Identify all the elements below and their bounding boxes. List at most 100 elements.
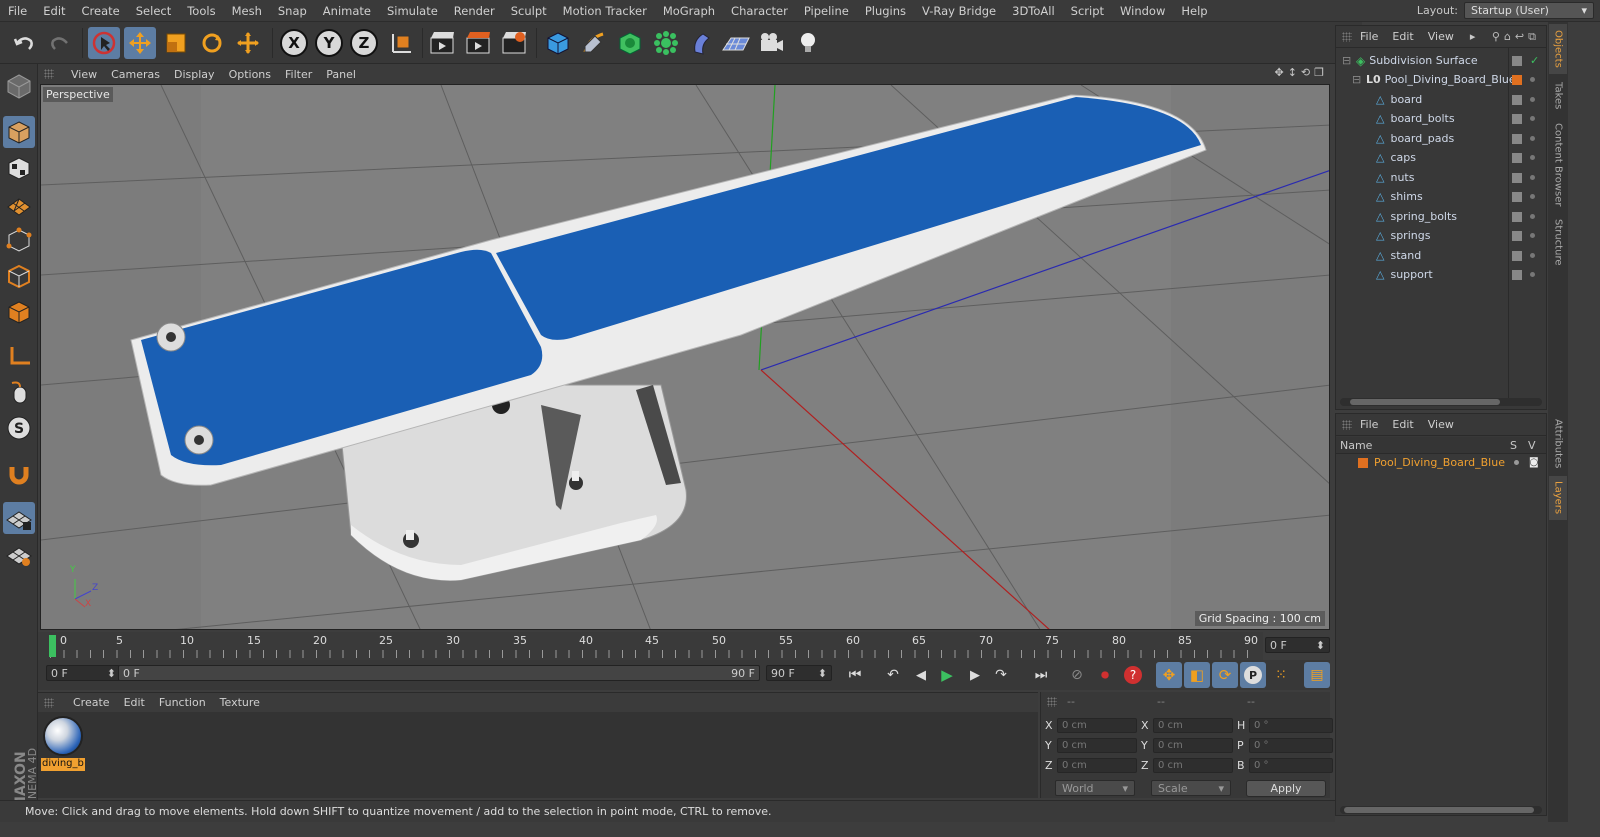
visibility-dot[interactable] xyxy=(1530,97,1535,102)
viewport-menu-view[interactable]: View xyxy=(64,68,104,81)
key-parameter-button[interactable]: P xyxy=(1240,662,1266,688)
visibility-dot[interactable] xyxy=(1530,272,1535,277)
editor-visibility-toggle[interactable] xyxy=(1512,133,1522,144)
pen-spline-button[interactable] xyxy=(578,27,610,59)
menu-mograph[interactable]: MoGraph xyxy=(655,4,723,18)
edges-mode-button[interactable] xyxy=(3,260,35,292)
object-row-support[interactable]: △ support xyxy=(1336,265,1546,284)
material-item[interactable]: diving_b xyxy=(38,712,88,774)
home-icon[interactable]: ⌂ xyxy=(1504,30,1515,43)
deformer-button[interactable] xyxy=(686,27,718,59)
timeline-ruler[interactable]: 0 5 10 15 20 25 30 35 40 45 50 55 60 65 … xyxy=(38,632,1263,660)
visibility-dot[interactable] xyxy=(1530,136,1535,141)
layer-color-swatch[interactable] xyxy=(1512,74,1522,85)
editor-visibility-toggle[interactable] xyxy=(1512,230,1522,241)
locked-workplane-button[interactable] xyxy=(3,502,35,534)
viewport-menu-cameras[interactable]: Cameras xyxy=(104,68,167,81)
menu-snap[interactable]: Snap xyxy=(270,4,315,18)
visibility-dot[interactable] xyxy=(1530,77,1535,82)
menu-more-icon[interactable]: ▸ xyxy=(1470,30,1476,43)
subdivision-surface-button[interactable] xyxy=(614,27,646,59)
mograph-cloner-button[interactable] xyxy=(650,27,682,59)
tweak-mode-button[interactable] xyxy=(3,376,35,408)
solo-mode-button[interactable]: S xyxy=(3,412,35,444)
visibility-dot[interactable] xyxy=(1530,194,1535,199)
menu-tools[interactable]: Tools xyxy=(179,4,223,18)
planar-workplane-button[interactable] xyxy=(3,538,35,570)
menu-simulate[interactable]: Simulate xyxy=(379,4,446,18)
layers-menu-edit[interactable]: Edit xyxy=(1392,418,1421,431)
motion-record-button[interactable]: ⊘ xyxy=(1064,662,1090,688)
zoom-view-icon[interactable]: ↕ xyxy=(1288,66,1297,79)
layers-menu-file[interactable]: File xyxy=(1360,418,1386,431)
menu-edit[interactable]: Edit xyxy=(35,4,73,18)
rotate-view-icon[interactable]: ⟲ xyxy=(1301,66,1310,79)
maximize-view-icon[interactable]: ❐ xyxy=(1314,66,1324,79)
tab-layers[interactable]: Layers xyxy=(1549,476,1567,520)
object-row-subdivision-surface[interactable]: ⊟ ◈ Subdivision Surface ✓ xyxy=(1336,51,1546,70)
viewport-camera-label[interactable]: Perspective xyxy=(43,87,113,102)
rotation-b-field[interactable]: 0 ° xyxy=(1249,757,1333,773)
menu-window[interactable]: Window xyxy=(1112,4,1173,18)
object-row-shims[interactable]: △ shims xyxy=(1336,187,1546,206)
editor-visibility-toggle[interactable] xyxy=(1512,94,1522,105)
object-row-springs[interactable]: △ springs xyxy=(1336,226,1546,245)
back-icon[interactable]: ↩ xyxy=(1515,30,1528,43)
menu-plugins[interactable]: Plugins xyxy=(857,4,914,18)
end-frame-field[interactable]: 90 F ⬍ xyxy=(766,665,832,681)
menu-vray-bridge[interactable]: V-Ray Bridge xyxy=(914,4,1004,18)
object-manager-scrollbar[interactable] xyxy=(1340,398,1542,406)
editor-visibility-toggle[interactable] xyxy=(1512,113,1522,124)
new-window-icon[interactable]: ⧉ xyxy=(1528,30,1540,43)
enabled-check-icon[interactable]: ✓ xyxy=(1530,54,1539,67)
menu-motion-tracker[interactable]: Motion Tracker xyxy=(555,4,655,18)
move-tool-button[interactable] xyxy=(124,27,156,59)
current-frame-field[interactable]: 0 F ⬍ xyxy=(1265,637,1330,653)
prev-frame-button[interactable]: ◀ xyxy=(908,662,934,688)
menu-script[interactable]: Script xyxy=(1063,4,1112,18)
editor-visibility-toggle[interactable] xyxy=(1512,211,1522,222)
x-axis-lock-button[interactable]: X xyxy=(278,27,310,59)
texture-mode-button[interactable] xyxy=(3,152,35,184)
size-mode-dropdown[interactable]: Scale ▾ xyxy=(1151,780,1231,796)
camera-object-button[interactable] xyxy=(756,27,788,59)
material-menu-create[interactable]: Create xyxy=(66,696,117,709)
record-button[interactable]: ⏺ xyxy=(1092,662,1118,688)
visibility-dot[interactable] xyxy=(1530,214,1535,219)
floor-object-button[interactable] xyxy=(720,27,752,59)
playhead-marker[interactable] xyxy=(49,635,56,657)
scale-tool-button[interactable] xyxy=(160,27,192,59)
layout-dropdown[interactable]: Startup (User) ▾ xyxy=(1464,2,1594,19)
material-menu-texture[interactable]: Texture xyxy=(213,696,267,709)
key-scale-button[interactable]: ◧ xyxy=(1184,662,1210,688)
menu-character[interactable]: Character xyxy=(723,4,796,18)
tab-content-browser[interactable]: Content Browser xyxy=(1549,118,1567,212)
cube-object-button[interactable] xyxy=(542,27,574,59)
play-button[interactable]: ▶ xyxy=(934,662,960,688)
editor-visibility-toggle[interactable] xyxy=(1512,250,1522,261)
workplane-mode-button[interactable] xyxy=(3,188,35,220)
material-menu-edit[interactable]: Edit xyxy=(117,696,152,709)
rotation-h-field[interactable]: 0 ° xyxy=(1249,717,1333,733)
render-picture-viewer-button[interactable] xyxy=(462,27,494,59)
size-y-field[interactable]: 0 cm xyxy=(1153,737,1233,753)
size-x-field[interactable]: 0 cm xyxy=(1153,717,1233,733)
tree-collapse-icon[interactable]: ⊟ xyxy=(1352,73,1362,86)
render-settings-button[interactable] xyxy=(498,27,530,59)
z-axis-lock-button[interactable]: Z xyxy=(348,27,380,59)
menu-pipeline[interactable]: Pipeline xyxy=(796,4,857,18)
visibility-dot[interactable] xyxy=(1530,233,1535,238)
snap-button[interactable] xyxy=(3,458,35,490)
menu-render[interactable]: Render xyxy=(446,4,503,18)
preview-range-slider[interactable]: 0 F 90 F xyxy=(118,665,760,681)
rotation-p-field[interactable]: 0 ° xyxy=(1249,737,1333,753)
undo-button[interactable] xyxy=(8,27,40,59)
model-mode-button[interactable] xyxy=(3,116,35,148)
object-row-caps[interactable]: △ caps xyxy=(1336,148,1546,167)
editor-visibility-toggle[interactable] xyxy=(1512,269,1522,280)
light-object-button[interactable] xyxy=(792,27,824,59)
layer-color-swatch[interactable] xyxy=(1358,457,1368,468)
live-selection-button[interactable] xyxy=(88,27,120,59)
objects-menu-edit[interactable]: Edit xyxy=(1392,30,1421,43)
position-x-field[interactable]: 0 cm xyxy=(1057,717,1137,733)
